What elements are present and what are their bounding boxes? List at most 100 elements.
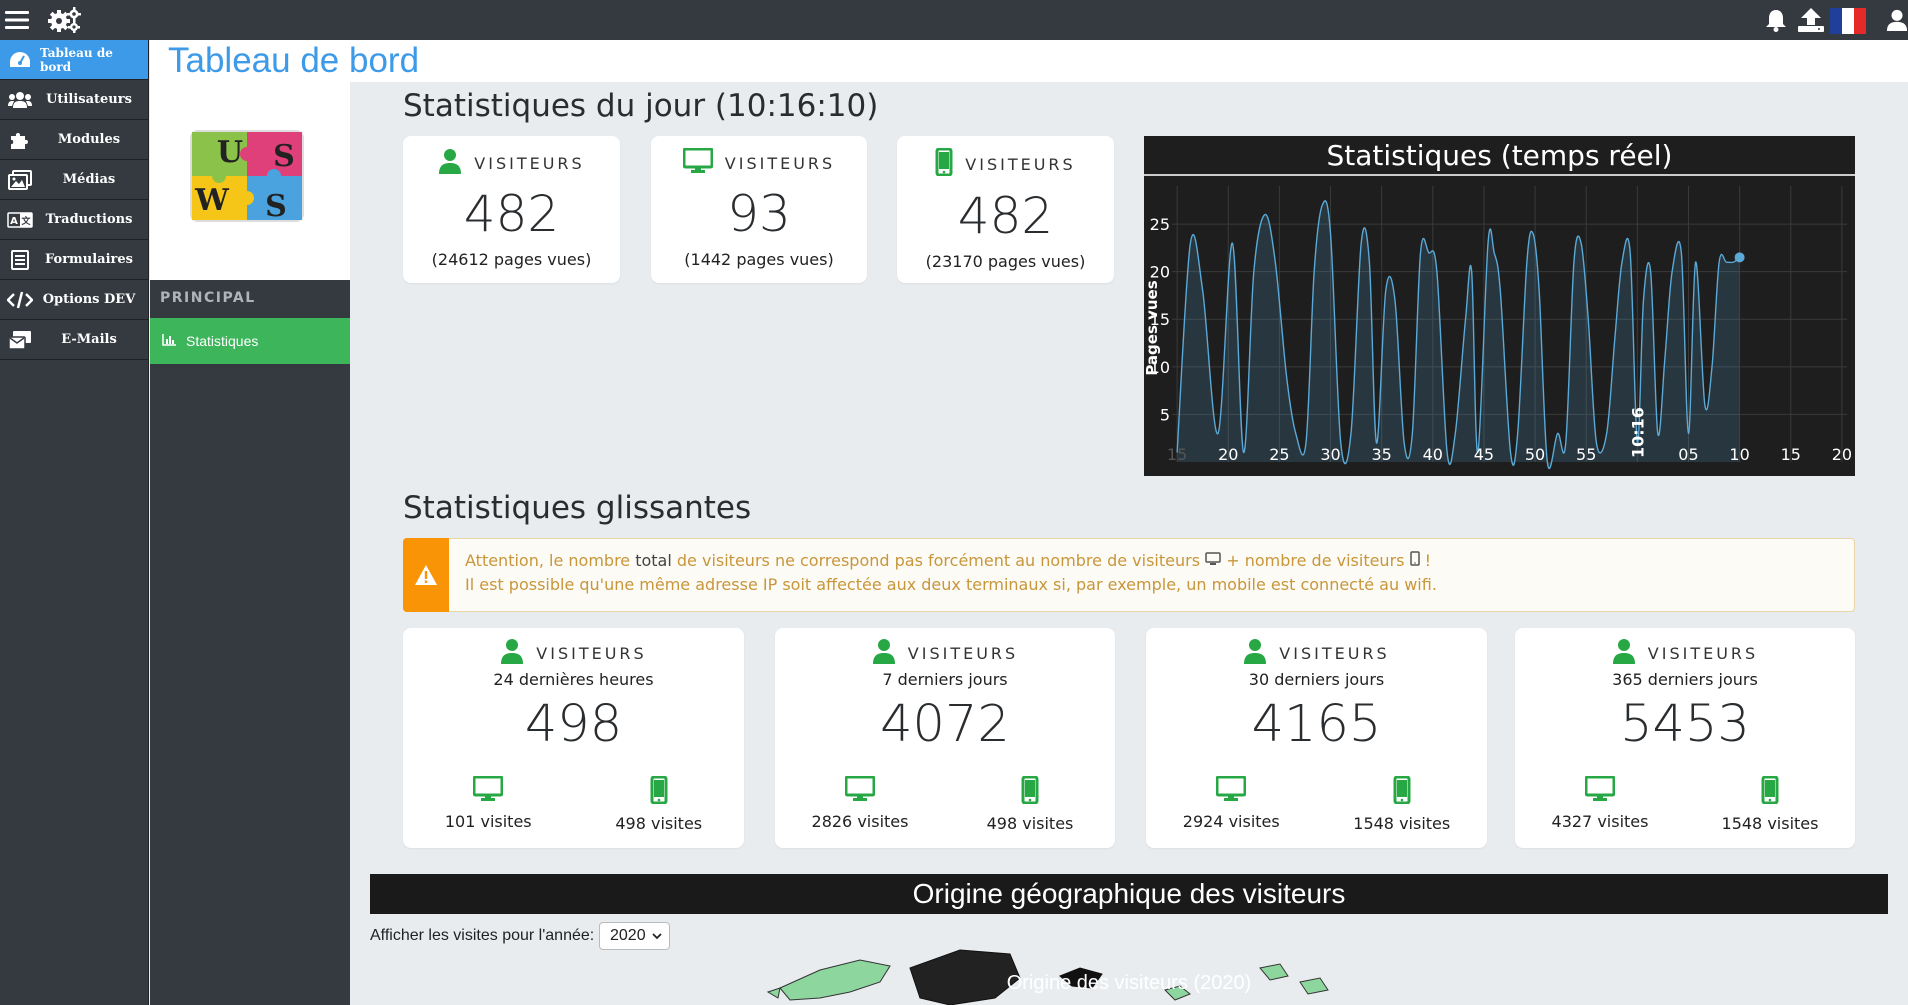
sidebar-item-options-dev[interactable]: Options DEV <box>0 280 148 320</box>
card-value: 93 <box>727 185 791 243</box>
sidebar-item-label: Traductions <box>45 212 133 227</box>
chart-title: Statistiques (temps réel) <box>1144 136 1855 176</box>
sidebar-item-modules[interactable]: Modules <box>0 120 148 160</box>
desktop-icon <box>1584 775 1616 806</box>
year-select-value: 2020 <box>610 927 646 944</box>
latest-point-marker <box>1734 252 1745 263</box>
mobile-icon <box>1409 551 1420 570</box>
sidebar-item-label: Utilisateurs <box>46 92 132 107</box>
subpanel-item-label: Statistiques <box>186 333 259 349</box>
sidebar-item-e-mails[interactable]: E-Mails <box>0 320 148 360</box>
card-period: 24 dernières heures <box>493 670 654 689</box>
rolling-card: VISITEURS 7 derniers jours 4072 2826 vis… <box>775 628 1115 848</box>
sidebar-item-medias[interactable]: Médias <box>0 160 148 200</box>
svg-text:文: 文 <box>20 215 31 227</box>
card-subtext: (24612 pages vues) <box>431 250 592 269</box>
desktop-icon <box>1205 551 1221 570</box>
x-tick-label: 25 <box>1269 445 1289 464</box>
mobile-visits-value: 1548 visites <box>1721 814 1819 833</box>
series-area <box>1177 200 1740 469</box>
daily-card-mobile-visitors: VISITEURS 482 (23170 pages vues) <box>897 136 1114 283</box>
card-label: VISITEURS <box>965 154 1076 174</box>
card-label: VISITEURS <box>536 643 647 663</box>
y-axis-label: Pages vues <box>1144 280 1161 375</box>
card-label: VISITEURS <box>724 153 836 173</box>
daily-card-desktop-visitors: VISITEURS 93 (1442 pages vues) <box>651 136 867 283</box>
user-icon <box>872 638 896 668</box>
section-title-principal: PRINCIPAL <box>160 290 256 306</box>
dashboard-icon <box>0 51 40 69</box>
device-breakdown: 2826 visites 498 visites <box>775 775 1115 833</box>
card-label: VISITEURS <box>1647 643 1759 663</box>
mobile-icon <box>1393 775 1411 808</box>
card-subtext: (1442 pages vues) <box>684 250 834 269</box>
x-tick-label: 20 <box>1832 445 1852 464</box>
sidebar-item-label: Tableau de bord <box>40 45 113 74</box>
card-label: VISITEURS <box>907 643 1019 663</box>
x-tick-label: 20 <box>1218 445 1238 464</box>
alert-text: ! <box>1419 551 1432 570</box>
sidebar-item-utilisateurs[interactable]: Utilisateurs <box>0 80 148 120</box>
card-subtext: (23170 pages vues) <box>925 252 1086 271</box>
x-tick-label-time: 10:16 <box>1628 407 1647 458</box>
user-icon <box>1243 638 1267 668</box>
card-value: 4165 <box>1251 695 1382 754</box>
alert-text: de visiteurs ne correspond pas forcément… <box>671 551 1206 570</box>
french-flag-icon[interactable] <box>1830 8 1866 34</box>
card-value: 482 <box>463 185 560 243</box>
desktop-visits-value: 4327 visites <box>1551 812 1649 831</box>
y-tick-label: 5 <box>1160 405 1170 424</box>
usws-logo: U S W S <box>190 130 304 224</box>
alert-text-emphasis: total <box>635 551 672 570</box>
desktop-visits: 2826 visites <box>775 775 945 833</box>
bell-icon[interactable] <box>1762 0 1790 40</box>
language-icon: A文 <box>0 211 40 228</box>
gears-icon[interactable] <box>44 0 84 40</box>
rolling-card: VISITEURS 30 derniers jours 4165 2924 vi… <box>1146 628 1487 848</box>
mobile-visits-value: 498 visites <box>986 814 1074 833</box>
desktop-visits: 4327 visites <box>1515 775 1685 833</box>
upload-icon[interactable] <box>1796 0 1826 40</box>
realtime-chart: Statistiques (temps réel) 5 10 15 20 25 15 20 2… <box>1144 136 1855 476</box>
x-tick-label: 55 <box>1576 445 1596 464</box>
puzzle-icon <box>0 130 40 150</box>
x-tick-label: 45 <box>1474 445 1494 464</box>
x-tick-label: 15 <box>1167 445 1187 464</box>
x-tick-label: 40 <box>1423 445 1443 464</box>
card-value: 498 <box>524 695 623 754</box>
world-map[interactable] <box>760 948 1480 1005</box>
desktop-icon <box>472 775 504 806</box>
subpanel-item-statistiques[interactable]: Statistiques <box>150 318 350 364</box>
desktop-visits-value: 101 visites <box>444 812 532 831</box>
sidebar-item-traductions[interactable]: A文 Traductions <box>0 200 148 240</box>
main-sidebar: Tableau de bord Utilisateurs Modules Méd… <box>0 40 149 1005</box>
y-tick-label: 25 <box>1150 215 1170 234</box>
sidebar-item-label: Modules <box>57 132 121 147</box>
svg-text:S: S <box>273 139 295 174</box>
secondary-panel: U S W S PRINCIPAL Statistiques <box>150 40 350 1005</box>
geo-origin-heading: Origine géographique des visiteurs <box>370 874 1888 914</box>
mobile-visits-value: 498 visites <box>615 814 703 833</box>
mobile-icon <box>935 147 953 180</box>
year-select[interactable]: 2020 <box>599 922 670 950</box>
form-icon <box>0 249 40 270</box>
x-tick-label: 35 <box>1371 445 1391 464</box>
sidebar-item-formulaires[interactable]: Formulaires <box>0 240 148 280</box>
sidebar-item-tableau-de-bord[interactable]: Tableau de bord <box>0 40 148 80</box>
hamburger-icon[interactable] <box>2 0 32 40</box>
x-tick-label: 15 <box>1781 445 1801 464</box>
mobile-icon <box>1761 775 1779 808</box>
card-period: 30 derniers jours <box>1248 670 1385 689</box>
desktop-visits: 2924 visites <box>1146 775 1317 833</box>
desktop-icon <box>1215 775 1247 806</box>
user-icon[interactable] <box>1886 0 1908 40</box>
year-filter-label: Afficher les visites pour l'année: <box>370 927 595 944</box>
card-value: 4072 <box>880 695 1010 754</box>
sidebar-item-label: Médias <box>62 172 116 187</box>
card-label: VISITEURS <box>1279 643 1390 663</box>
code-icon <box>0 291 40 309</box>
y-tick-label: 20 <box>1150 263 1170 282</box>
desktop-icon <box>682 147 714 178</box>
mobile-visits: 1548 visites <box>1685 775 1855 833</box>
daily-card-all-visitors: VISITEURS 482 (24612 pages vues) <box>403 136 620 283</box>
